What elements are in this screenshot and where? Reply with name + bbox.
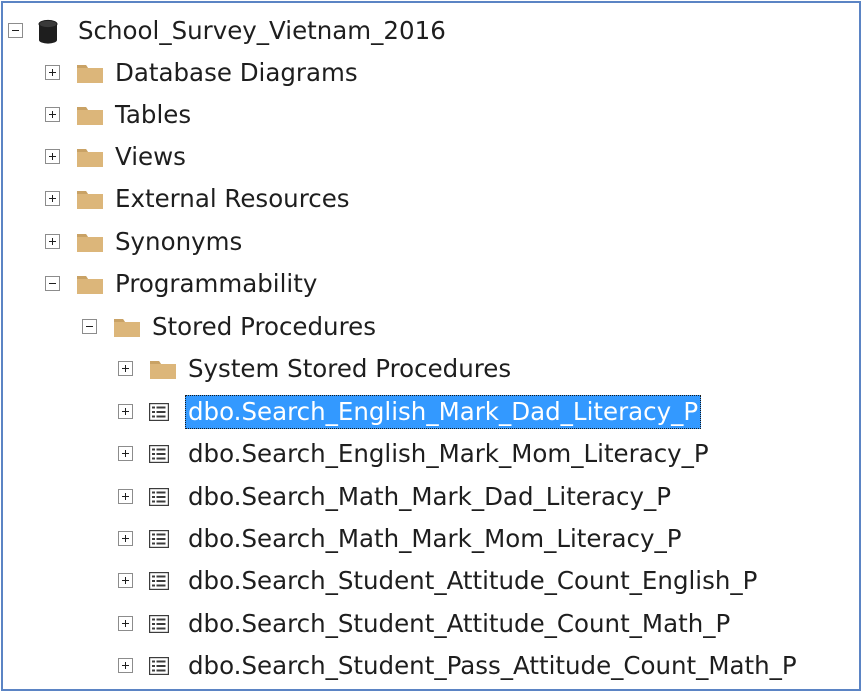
tree-node-label[interactable]: Views bbox=[115, 140, 186, 174]
folder-icon bbox=[76, 146, 104, 168]
folder-icon bbox=[76, 188, 104, 210]
tree-node-label[interactable]: School_Survey_Vietnam_2016 bbox=[78, 14, 446, 48]
collapse-toggle[interactable] bbox=[45, 276, 60, 291]
tree-node-label[interactable]: dbo.Search_Math_Mark_Mom_Literacy_P bbox=[188, 522, 682, 556]
tree-node-label[interactable]: Database Diagrams bbox=[115, 56, 358, 90]
expand-toggle[interactable] bbox=[45, 191, 60, 206]
tree-node-label[interactable]: System Stored Procedures bbox=[188, 352, 511, 386]
tree-node-stored-procedures[interactable]: Stored Procedures bbox=[3, 307, 859, 347]
expand-toggle[interactable] bbox=[45, 107, 60, 122]
tree-node-label[interactable]: Tables bbox=[115, 98, 191, 132]
tree-node-procedure[interactable]: dbo.Search_Student_Attitude_Count_Math_P bbox=[3, 604, 859, 644]
database-icon bbox=[37, 19, 59, 45]
expand-toggle[interactable] bbox=[45, 65, 60, 80]
tree-node-procedure[interactable]: dbo.Search_Math_Mark_Mom_Literacy_P bbox=[3, 519, 859, 559]
tree-node-procedure[interactable]: dbo.Search_Student_Pass_Attitude_Count_M… bbox=[3, 646, 859, 686]
folder-icon bbox=[149, 358, 177, 380]
tree-node-procedure[interactable]: dbo.Search_English_Mark_Mom_Literacy_P bbox=[3, 434, 859, 474]
tree-node-label[interactable]: Stored Procedures bbox=[152, 310, 376, 344]
expand-toggle[interactable] bbox=[118, 531, 133, 546]
tree-node-label[interactable]: dbo.Search_Math_Mark_Dad_Literacy_P bbox=[188, 480, 671, 514]
tree-node-synonyms[interactable]: Synonyms bbox=[3, 222, 859, 262]
folder-icon bbox=[113, 316, 141, 338]
tree-node-label[interactable]: dbo.Search_Student_Attitude_Count_Math_P bbox=[188, 607, 730, 641]
tree-node-procedure[interactable]: dbo.Search_Math_Mark_Dad_Literacy_P bbox=[3, 477, 859, 517]
expand-toggle[interactable] bbox=[118, 573, 133, 588]
tree-node-label[interactable]: Synonyms bbox=[115, 225, 242, 259]
stored-procedure-icon bbox=[149, 572, 169, 590]
tree-node-procedure[interactable]: dbo.Search_English_Mark_Dad_Literacy_P bbox=[3, 392, 859, 432]
stored-procedure-icon bbox=[149, 530, 169, 548]
tree-node-label[interactable]: Programmability bbox=[115, 267, 317, 301]
stored-procedure-icon bbox=[149, 488, 169, 506]
expand-toggle[interactable] bbox=[118, 616, 133, 631]
expand-toggle[interactable] bbox=[118, 404, 133, 419]
stored-procedure-icon bbox=[149, 445, 169, 463]
folder-icon bbox=[76, 273, 104, 295]
tree-node-system-stored-procedures[interactable]: System Stored Procedures bbox=[3, 349, 859, 389]
expand-toggle[interactable] bbox=[45, 149, 60, 164]
tree-node-label[interactable]: dbo.Search_Student_Attitude_Count_Englis… bbox=[188, 564, 757, 598]
tree-node-database-diagrams[interactable]: Database Diagrams bbox=[3, 53, 859, 93]
tree-node-database[interactable]: School_Survey_Vietnam_2016 bbox=[3, 11, 859, 51]
expand-toggle[interactable] bbox=[118, 446, 133, 461]
expand-toggle[interactable] bbox=[118, 361, 133, 376]
collapse-toggle[interactable] bbox=[8, 23, 23, 38]
tree-node-label[interactable]: External Resources bbox=[115, 182, 350, 216]
stored-procedure-icon bbox=[149, 403, 169, 421]
expand-toggle[interactable] bbox=[118, 489, 133, 504]
tree-node-label[interactable]: dbo.Search_Student_Pass_Attitude_Count_M… bbox=[188, 649, 797, 683]
stored-procedure-icon bbox=[149, 657, 169, 675]
tree-node-label[interactable]: dbo.Search_English_Mark_Mom_Literacy_P bbox=[188, 437, 709, 471]
tree-node-tables[interactable]: Tables bbox=[3, 95, 859, 135]
expand-toggle[interactable] bbox=[45, 234, 60, 249]
tree-node-label[interactable]: dbo.Search_English_Mark_Dad_Literacy_P bbox=[185, 395, 702, 429]
stored-procedure-icon bbox=[149, 615, 169, 633]
expand-toggle[interactable] bbox=[118, 658, 133, 673]
collapse-toggle[interactable] bbox=[82, 319, 97, 334]
folder-icon bbox=[76, 62, 104, 84]
tree-node-views[interactable]: Views bbox=[3, 137, 859, 177]
tree-node-external-resources[interactable]: External Resources bbox=[3, 179, 859, 219]
tree-node-procedure[interactable]: dbo.Search_Student_Attitude_Count_Englis… bbox=[3, 561, 859, 601]
folder-icon bbox=[76, 104, 104, 126]
tree-node-programmability[interactable]: Programmability bbox=[3, 264, 859, 304]
object-explorer-tree: School_Survey_Vietnam_2016 Database Diag… bbox=[1, 1, 861, 691]
folder-icon bbox=[76, 231, 104, 253]
